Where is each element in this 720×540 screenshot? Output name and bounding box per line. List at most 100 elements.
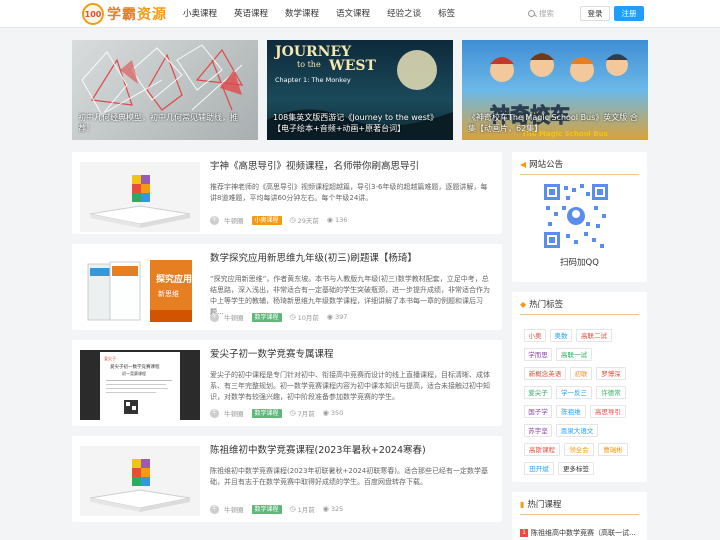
article-card[interactable]: 宇神《高思导引》视频课程，名师带你刷高思导引 推荐宇神老师的《高思导引》视频课程…: [72, 152, 502, 234]
register-button[interactable]: 注册: [614, 6, 644, 21]
article-thumbnail[interactable]: 探究应用 新思维: [80, 254, 200, 324]
eye-icon: ◉: [326, 216, 334, 224]
slide-caption: 初中几何经典模型，初中几何常见辅助线，推荐！: [78, 113, 238, 133]
article-thumbnail[interactable]: 爱尖子 爱尖子初一数学竞赛课程 初一竞赛课程: [80, 350, 200, 420]
tag-link[interactable]: 高联一试: [556, 348, 592, 361]
search-box[interactable]: [528, 6, 570, 20]
svg-text:Chapter 1: The Monkey: Chapter 1: The Monkey: [275, 76, 351, 84]
author-name[interactable]: 牛顿圈: [224, 408, 244, 418]
tag-link[interactable]: 曹瑞彬: [598, 443, 628, 456]
article-excerpt: 陈祖维初中数学竞赛课程(2023年初联暑秋+2024初联寒春)。适合那些已经有一…: [210, 467, 488, 486]
post-time: 7月前: [297, 410, 315, 418]
tag-link[interactable]: 罗博深: [596, 367, 626, 380]
author-name[interactable]: 牛顿圈: [224, 504, 244, 514]
post-time: 29天前: [297, 217, 319, 225]
tag-link[interactable]: 许德常: [596, 386, 626, 399]
hot-course-item[interactable]: 1 陈祖维高中数学竞赛（高联一试...: [520, 528, 636, 538]
avatar[interactable]: 牛: [210, 504, 219, 514]
nav-item-xiaoao[interactable]: 小奥课程: [183, 0, 217, 28]
category-badge[interactable]: 数学课程: [251, 312, 282, 322]
tag-link[interactable]: 领全会: [564, 443, 594, 456]
nav-item-english[interactable]: 英语课程: [234, 0, 268, 28]
article-title[interactable]: 数学探究应用新思维九年级(初三)刷题课【杨琦】: [210, 252, 494, 266]
tag-link[interactable]: 田开斌: [524, 462, 554, 475]
tag-link[interactable]: 苏宇坚: [524, 424, 552, 437]
clock-icon: ◷: [289, 216, 296, 224]
clock-icon: ◷: [289, 505, 296, 513]
category-badge[interactable]: 小奥课程: [251, 215, 282, 225]
eye-icon: ◉: [326, 313, 334, 321]
qr-label: 扫码加QQ: [560, 258, 599, 268]
tag-link[interactable]: 高斯课程: [524, 443, 560, 456]
author-name[interactable]: 牛顿圈: [224, 312, 244, 322]
qr-code-image: [542, 182, 610, 250]
eye-icon: ◉: [322, 505, 329, 513]
tag-link[interactable]: 恩泉大语文: [556, 424, 598, 437]
site-logo[interactable]: 100 学霸资源: [82, 3, 167, 25]
article-title[interactable]: 陈祖维初中数学竞赛课程(2023年暑秋+2024寒春): [210, 444, 494, 458]
article-card[interactable]: 爱尖子 爱尖子初一数学竞赛课程 初一竞赛课程 爱尖子初一数学竞赛专属课程 爱尖子…: [72, 340, 502, 426]
tag-link[interactable]: 陈祖维: [556, 405, 586, 418]
article-thumbnail[interactable]: [80, 446, 200, 516]
tag-link[interactable]: 国子学: [524, 405, 552, 418]
search-input[interactable]: [539, 8, 569, 18]
slide-geometry[interactable]: 初中几何经典模型，初中几何常见辅助线，推荐！: [72, 40, 258, 140]
svg-text:新思维: 新思维: [158, 289, 179, 298]
tag-link[interactable]: 学而思: [524, 348, 552, 361]
article-card[interactable]: 探究应用 新思维 数学探究应用新思维九年级(初三)刷题课【杨琦】 “探究应用新思…: [72, 244, 502, 330]
avatar[interactable]: 牛: [210, 312, 219, 322]
tag-link[interactable]: 学一反三: [556, 386, 592, 399]
book-cube-image: [80, 162, 200, 232]
nav-item-chinese[interactable]: 语文课程: [336, 0, 370, 28]
hot-tags-panel: ◆ 热门标签 小奥 奥数 高联二试 学而思 高联一试 新概念英语 初联 罗博深 …: [512, 292, 647, 482]
article-meta: 牛 牛顿圈 小奥课程 ◷ 29天前 ◉ 136: [210, 215, 494, 225]
svg-text:爱尖子: 爱尖子: [104, 355, 116, 361]
tag-link[interactable]: 奥数: [550, 329, 572, 342]
category-badge[interactable]: 数学课程: [251, 408, 282, 418]
avatar[interactable]: 牛: [210, 408, 219, 418]
logo-badge-icon: 100: [82, 3, 104, 25]
author-name[interactable]: 牛顿圈: [224, 215, 244, 225]
slide-magic-school-bus[interactable]: 神奇校车 The Magic School Bus 《神奇校车The Magic…: [462, 40, 648, 140]
slide-caption: 《神奇校车The Magic School Bus》英文版 合集【动画片，62集…: [468, 113, 638, 133]
search-icon[interactable]: [528, 9, 535, 17]
article-title[interactable]: 宇神《高思导引》视频课程，名师带你刷高思导引: [210, 160, 494, 174]
tag-icon: ◆: [520, 299, 527, 309]
main-nav: 小奥课程 英语课程 数学课程 语文课程 经验之谈 标签: [183, 0, 472, 28]
article-card[interactable]: 陈祖维初中数学竞赛课程(2023年暑秋+2024寒春) 陈祖维初中数学竞赛课程(…: [72, 436, 502, 522]
nav-item-math[interactable]: 数学课程: [285, 0, 319, 28]
hot-tags-title: ◆ 热门标签: [520, 299, 564, 311]
hot-course-title[interactable]: 陈祖维高中数学竞赛（高联一试...: [531, 528, 636, 538]
notice-panel: ◀ 网站公告 扫码加QQ: [512, 152, 647, 282]
nav-item-tags[interactable]: 标签: [438, 0, 455, 28]
view-count: 136: [335, 216, 348, 224]
slide-caption: 108集英文版西游记《Journey to the west》【电子绘本+音频+…: [273, 113, 439, 133]
chart-icon: ▮: [520, 499, 525, 509]
article-meta: 牛 牛顿圈 数学课程 ◷ 1月前 ◉ 325: [210, 504, 494, 514]
tag-link[interactable]: 小奥: [524, 329, 546, 342]
view-count: 325: [330, 505, 344, 513]
view-count: 397: [335, 313, 348, 321]
svg-text:探究应用: 探究应用: [156, 273, 192, 285]
category-badge[interactable]: 数学课程: [251, 504, 282, 514]
more-tags-link[interactable]: 更多标签: [558, 462, 594, 475]
article-title[interactable]: 爱尖子初一数学竞赛专属课程: [210, 348, 494, 362]
nav-item-experience[interactable]: 经验之谈: [387, 0, 421, 28]
tag-link[interactable]: 新概念英语: [524, 367, 566, 380]
tag-link[interactable]: 高联二试: [576, 329, 612, 342]
book-cube-image: [80, 446, 200, 516]
login-button[interactable]: 登录: [580, 6, 610, 21]
article-meta: 牛 牛顿圈 数学课程 ◷ 7月前 ◉ 350: [210, 408, 494, 418]
tag-link[interactable]: 高思导引: [590, 405, 626, 418]
logo-text: 学霸资源: [107, 7, 167, 23]
tag-link[interactable]: 爱尖子: [524, 386, 552, 399]
site-header: 100 学霸资源 小奥课程 英语课程 数学课程 语文课程 经验之谈 标签 登录 …: [0, 0, 720, 28]
article-meta: 牛 牛顿圈 数学课程 ◷ 10月前 ◉ 397: [210, 312, 494, 322]
view-count: 350: [330, 409, 344, 417]
avatar[interactable]: 牛: [210, 215, 219, 225]
tag-link[interactable]: 初联: [570, 367, 592, 380]
article-thumbnail[interactable]: [80, 162, 200, 232]
slide-journey-west[interactable]: JOURNEY to the WEST Chapter 1: The Monke…: [267, 40, 453, 140]
hot-courses-title: ▮ 热门课程: [520, 499, 562, 511]
hot-courses-panel: ▮ 热门课程 1 陈祖维高中数学竞赛（高联一试...: [512, 492, 647, 540]
